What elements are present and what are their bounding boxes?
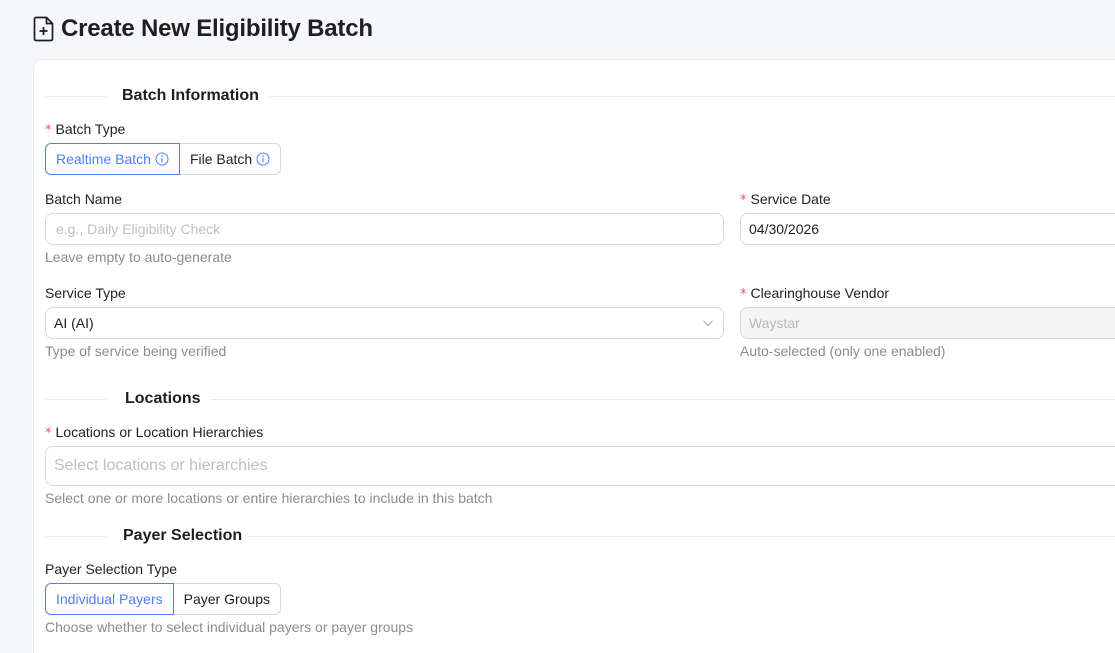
locations-select[interactable]: Select locations or hierarchies: [45, 446, 1115, 486]
divider-line: [45, 536, 107, 537]
section-title-locations: Locations: [125, 390, 201, 407]
batch-name-label: Batch Name: [45, 191, 123, 207]
page-root: Create New Eligibility Batch Batch Infor…: [0, 0, 1115, 653]
clearinghouse-vendor-value: Waystar: [749, 315, 800, 331]
locations-help: Select one or more locations or entire h…: [45, 490, 493, 506]
payer-selection-type-label: Payer Selection Type: [45, 561, 178, 577]
batch-name-help: Leave empty to auto-generate: [45, 249, 232, 265]
locations-placeholder: Select locations or hierarchies: [54, 457, 268, 474]
divider-line: [210, 399, 1115, 400]
file-batch-label: File Batch: [189, 151, 253, 167]
batch-type-label-text: Batch Type: [55, 121, 126, 137]
locations-label: * Locations or Location Hierarchies: [45, 423, 263, 443]
individual-payers-label: Individual Payers: [56, 591, 163, 607]
individual-payers-option[interactable]: Individual Payers: [45, 583, 174, 615]
service-date-label-text: Service Date: [750, 191, 831, 207]
payer-selection-segmented: Individual Payers Payer Groups: [45, 583, 281, 615]
locations-label-text: Locations or Location Hierarchies: [55, 424, 264, 440]
section-divider-batch-info: Batch Information: [45, 86, 1115, 106]
section-title-payer-selection: Payer Selection: [123, 527, 243, 544]
batch-type-label: * Batch Type: [45, 120, 125, 140]
divider-line: [45, 399, 107, 400]
page-header: Create New Eligibility Batch: [33, 13, 373, 45]
clearinghouse-vendor-select: Waystar: [740, 307, 1115, 339]
page-title: Create New Eligibility Batch: [61, 15, 373, 42]
service-type-value: AI (AI): [54, 315, 94, 331]
clearinghouse-vendor-help: Auto-selected (only one enabled): [740, 343, 946, 359]
service-date-field: [740, 213, 1115, 245]
service-type-select[interactable]: AI (AI): [45, 307, 724, 339]
file-batch-option[interactable]: File Batch: [179, 143, 282, 175]
clearinghouse-vendor-label: * Clearinghouse Vendor: [740, 284, 889, 304]
realtime-batch-option[interactable]: Realtime Batch: [45, 143, 180, 175]
required-mark: *: [740, 193, 747, 208]
info-icon[interactable]: [155, 152, 169, 166]
service-type-label: Service Type: [45, 285, 126, 301]
section-title-batch-info: Batch Information: [122, 87, 259, 104]
section-divider-payer-selection: Payer Selection: [45, 526, 1115, 546]
realtime-batch-label: Realtime Batch: [56, 151, 151, 167]
batch-name-field: [45, 213, 724, 245]
payer-selection-help: Choose whether to select individual paye…: [45, 619, 414, 635]
required-mark: *: [740, 287, 747, 302]
service-type-help: Type of service being verified: [45, 343, 227, 359]
info-icon[interactable]: [256, 152, 270, 166]
payer-groups-option[interactable]: Payer Groups: [173, 583, 281, 615]
clearinghouse-vendor-label-text: Clearinghouse Vendor: [750, 285, 890, 301]
section-divider-locations: Locations: [45, 389, 1115, 409]
file-plus-icon: [33, 16, 55, 42]
required-mark: *: [45, 123, 52, 138]
batch-name-input[interactable]: [56, 221, 713, 237]
divider-line: [248, 536, 1115, 537]
divider-line: [45, 96, 107, 97]
service-date-input[interactable]: [749, 221, 1115, 237]
chevron-down-icon: [701, 316, 715, 330]
batch-type-segmented: Realtime Batch File Batch: [45, 143, 282, 175]
required-mark: *: [45, 426, 52, 441]
service-date-label: * Service Date: [740, 190, 831, 210]
divider-line: [269, 96, 1115, 97]
payer-groups-label: Payer Groups: [183, 591, 270, 607]
